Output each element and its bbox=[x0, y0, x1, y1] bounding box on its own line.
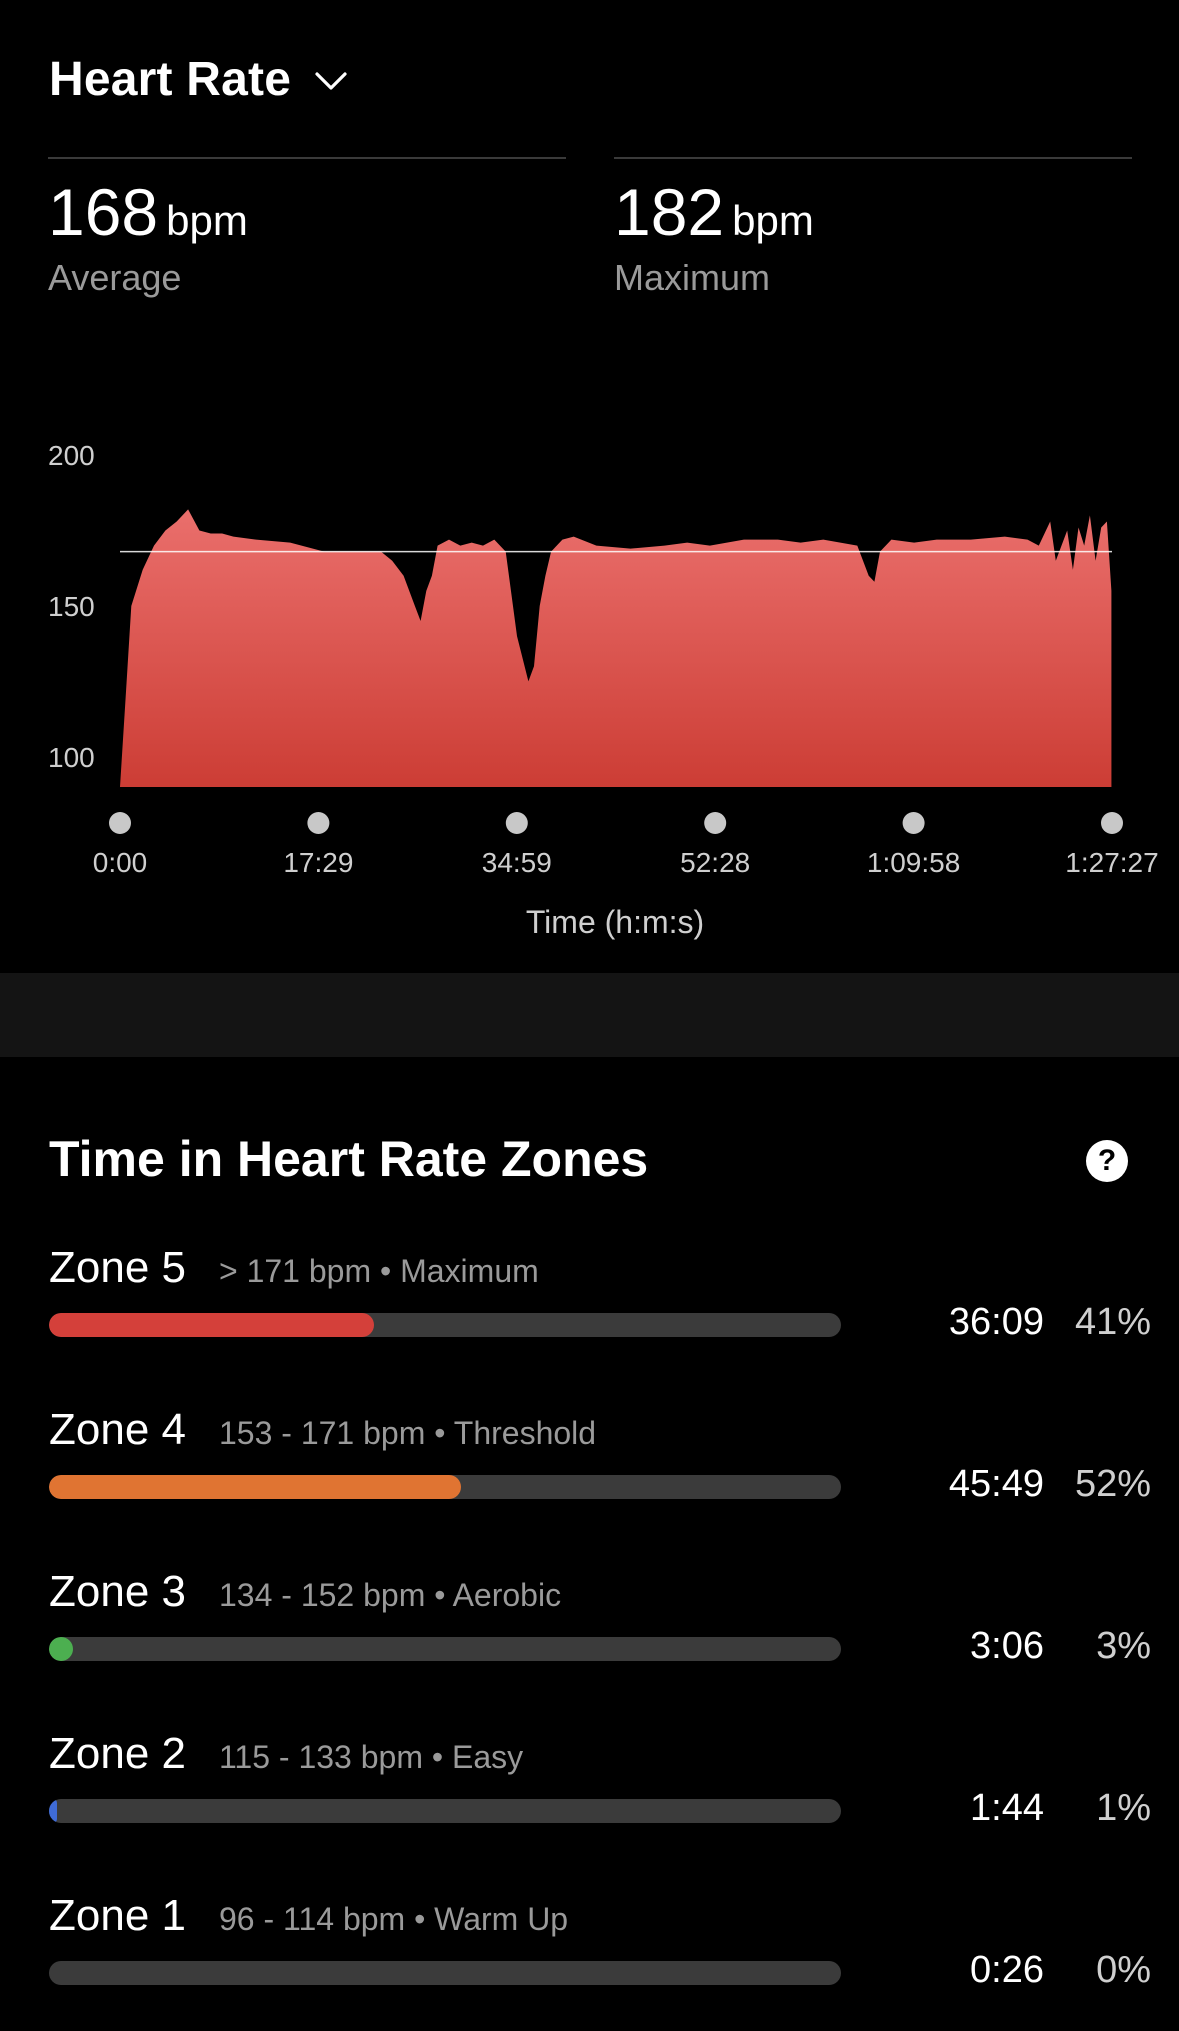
zone-description: 153 - 171 bpm • Threshold bbox=[219, 1415, 597, 1451]
heart-rate-chart-svg[interactable]: 100 150 200 0:00 17:29 34:59 52:28 1:09:58 1:27:… bbox=[0, 420, 1179, 960]
x-tick-label: 34:59 bbox=[482, 847, 552, 878]
zone-time: 1:44 bbox=[970, 1787, 1044, 1829]
zone-name: Zone 5 bbox=[49, 1243, 186, 1292]
zone-bar-track bbox=[49, 1313, 841, 1337]
zone-description: 96 - 114 bpm • Warm Up bbox=[219, 1901, 569, 1937]
average-value: 168 bbox=[48, 175, 159, 249]
zone-percent: 1% bbox=[1096, 1787, 1151, 1829]
zone-time: 36:09 bbox=[948, 1301, 1044, 1343]
x-tick-label: 17:29 bbox=[283, 847, 353, 878]
x-tick-label: 0:00 bbox=[93, 847, 148, 878]
zone-bar-track bbox=[49, 1637, 841, 1661]
x-tick-dot bbox=[307, 812, 330, 834]
question-mark-icon[interactable]: ? bbox=[1086, 1140, 1128, 1182]
zone-bar-fill bbox=[49, 1313, 374, 1337]
zone-name: Zone 2 bbox=[49, 1729, 186, 1778]
maximum-value: 182 bbox=[614, 175, 725, 249]
zone-description: > 171 bpm • Maximum bbox=[219, 1253, 539, 1289]
x-tick-label: 52:28 bbox=[680, 847, 750, 878]
zone-time: 0:26 bbox=[970, 1949, 1044, 1991]
zone-bar-fill bbox=[49, 1799, 57, 1823]
zone-time: 45:49 bbox=[948, 1463, 1044, 1505]
average-stat: 168 bpm Average bbox=[48, 157, 566, 299]
x-tick-dot bbox=[109, 812, 131, 834]
maximum-stat: 182 bpm Maximum bbox=[614, 157, 1132, 299]
zone-bar-track bbox=[49, 1799, 841, 1823]
header[interactable]: Heart Rate bbox=[49, 52, 351, 107]
maximum-unit: bpm bbox=[732, 197, 814, 244]
zone-name: Zone 4 bbox=[49, 1405, 186, 1454]
chevron-down-icon[interactable] bbox=[311, 60, 351, 100]
y-tick-label: 100 bbox=[48, 742, 95, 773]
zone-percent: 52% bbox=[1074, 1463, 1151, 1505]
zone-bar-fill bbox=[49, 1475, 461, 1499]
y-tick-label: 150 bbox=[48, 591, 95, 622]
x-tick-dot bbox=[902, 812, 925, 834]
x-axis-label: Time (h:m:s) bbox=[526, 904, 704, 940]
maximum-label: Maximum bbox=[614, 257, 771, 298]
zone-description: 115 - 133 bpm • Easy bbox=[219, 1739, 524, 1775]
zone-row: Zone 1 96 - 114 bpm • Warm Up 0:26 0% bbox=[49, 1891, 1151, 2031]
zone-bar-track bbox=[49, 1475, 841, 1499]
zone-percent: 41% bbox=[1074, 1301, 1151, 1343]
zones-title: Time in Heart Rate Zones bbox=[49, 1131, 649, 1187]
zone-name: Zone 1 bbox=[49, 1891, 186, 1940]
zone-time: 3:06 bbox=[970, 1625, 1044, 1667]
zone-name: Zone 3 bbox=[49, 1567, 186, 1616]
zone-bar-fill bbox=[49, 1637, 73, 1661]
section-divider bbox=[0, 973, 1179, 1057]
zone-bar-track bbox=[49, 1961, 841, 1985]
zone-row: Zone 3 134 - 152 bpm • Aerobic 3:06 3% bbox=[49, 1567, 1151, 1707]
zone-description: 134 - 152 bpm • Aerobic bbox=[219, 1577, 562, 1613]
x-tick-dot bbox=[505, 812, 528, 834]
zone-percent: 0% bbox=[1096, 1949, 1151, 1991]
zone-row: Zone 2 115 - 133 bpm • Easy 1:44 1% bbox=[49, 1729, 1151, 1869]
page-title: Heart Rate bbox=[49, 53, 292, 106]
x-tick-dot bbox=[1101, 812, 1123, 834]
x-tick-label: 1:09:58 bbox=[867, 847, 960, 878]
zone-row: Zone 4 153 - 171 bpm • Threshold 45:49 52% bbox=[49, 1405, 1151, 1545]
average-unit: bpm bbox=[166, 197, 248, 244]
heart-rate-chart[interactable]: 100 150 200 0:00 17:29 34:59 52:28 1:09:58 1:27:… bbox=[0, 420, 1179, 960]
zone-row: Zone 5 > 171 bpm • Maximum 36:09 41% bbox=[49, 1243, 1151, 1383]
x-tick-label: 1:27:27 bbox=[1065, 847, 1158, 878]
x-tick-dot bbox=[704, 812, 727, 834]
y-tick-label: 200 bbox=[48, 440, 95, 471]
zone-percent: 3% bbox=[1096, 1625, 1151, 1667]
average-label: Average bbox=[48, 257, 182, 298]
